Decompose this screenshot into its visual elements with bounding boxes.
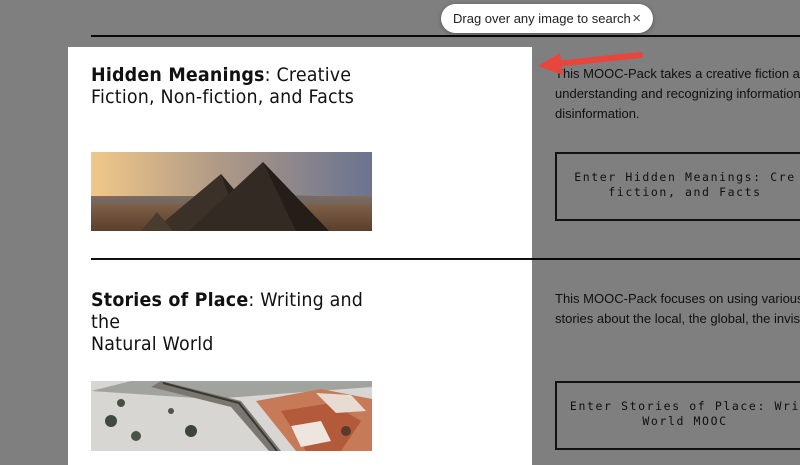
arrow-icon (538, 52, 643, 75)
